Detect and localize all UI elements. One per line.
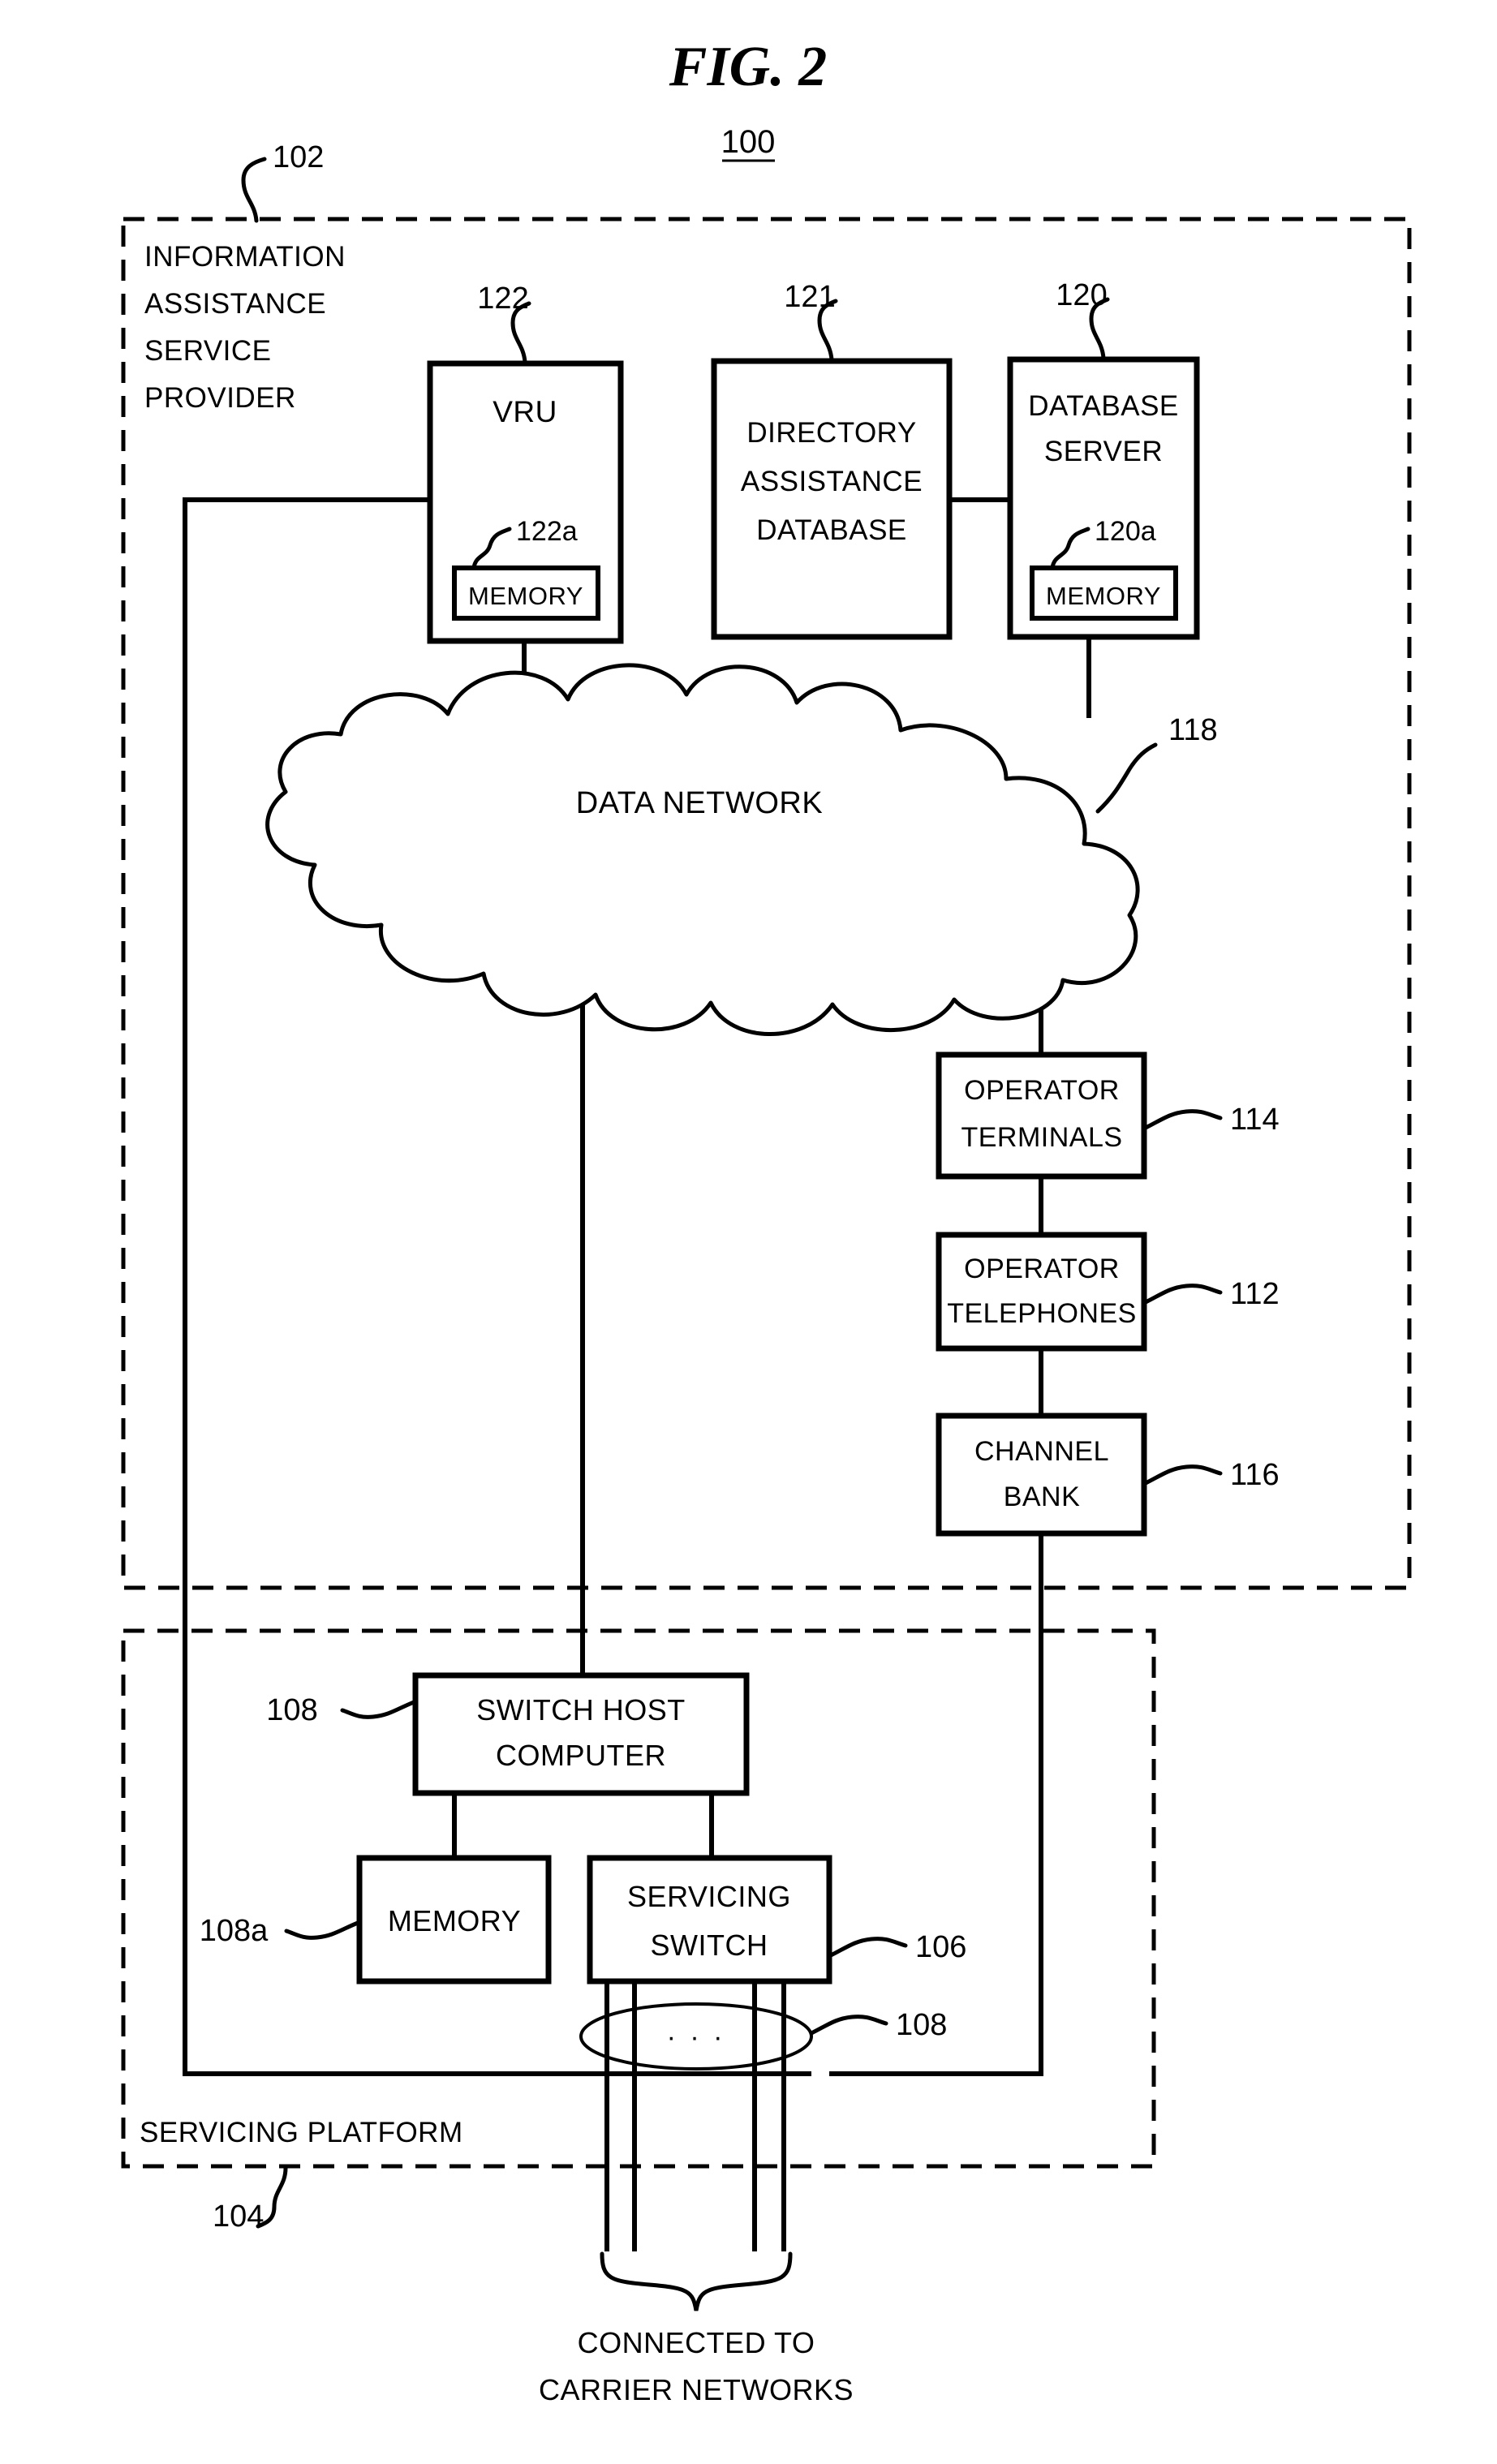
- footer-caption-line-2: CARRIER NETWORKS: [539, 2373, 854, 2406]
- trunks-ref: 108: [896, 2008, 947, 2042]
- block-database-server[interactable]: DATABASE SERVER 120a MEMORY: [1007, 356, 1200, 640]
- switch-memory-ref: 108a: [200, 1914, 269, 1948]
- operator-terminals-box[interactable]: [936, 1051, 1147, 1180]
- da-database-label-line-2: ASSISTANCE: [741, 466, 923, 497]
- operator-telephones-label-line-2: TELEPHONES: [947, 1298, 1137, 1329]
- channel-bank-label-line-2: BANK: [1004, 1481, 1081, 1512]
- data-network-label: DATA NETWORK: [576, 786, 823, 820]
- block-vru[interactable]: VRU 122a MEMORY: [427, 360, 624, 644]
- channel-bank-label-line-1: CHANNEL: [974, 1436, 1109, 1467]
- block-switch-memory[interactable]: MEMORY: [356, 1855, 552, 1985]
- da-database-box[interactable]: [711, 358, 953, 640]
- provider-label-line-4: PROVIDER: [144, 382, 296, 414]
- servicing-switch-label-line-2: SWITCH: [651, 1929, 768, 1962]
- provider-label-line-1: INFORMATION: [144, 241, 346, 273]
- db-server-ref: 120: [1056, 278, 1107, 312]
- provider-label-line-3: SERVICE: [144, 335, 272, 367]
- provider-label-line-2: ASSISTANCE: [144, 288, 326, 320]
- channel-bank-ref: 116: [1230, 1458, 1280, 1492]
- block-operator-telephones[interactable]: OPERATOR TELEPHONES: [936, 1232, 1147, 1352]
- system-number: 100: [721, 124, 776, 160]
- block-servicing-switch[interactable]: SERVICING SWITCH: [587, 1855, 832, 1985]
- vru-memory-label: MEMORY: [468, 582, 583, 610]
- channel-bank-box[interactable]: [936, 1413, 1147, 1537]
- block-operator-terminals[interactable]: OPERATOR TERMINALS: [936, 1051, 1147, 1180]
- platform-ref: 104: [213, 2200, 264, 2234]
- block-switch-host-computer[interactable]: SWITCH HOST COMPUTER: [412, 1672, 750, 1796]
- db-server-label-line-1: DATABASE: [1028, 390, 1179, 422]
- servicing-switch-label-line-1: SERVICING: [627, 1880, 791, 1913]
- da-database-ref: 121: [784, 280, 835, 314]
- servicing-switch-ref: 106: [915, 1930, 966, 1964]
- patent-figure-2: FIG. 2 100 102 INFORMATION ASSISTANCE SE…: [0, 0, 1497, 2464]
- operator-telephones-box[interactable]: [936, 1232, 1147, 1352]
- db-server-memory-ref: 120a: [1095, 516, 1156, 547]
- block-channel-bank[interactable]: CHANNEL BANK: [936, 1413, 1147, 1537]
- figure-title: FIG. 2: [669, 36, 827, 98]
- db-server-memory-label: MEMORY: [1046, 582, 1161, 610]
- servicing-switch-box[interactable]: [587, 1855, 832, 1985]
- da-database-label-line-3: DATABASE: [756, 514, 907, 546]
- vru-label: VRU: [493, 395, 557, 428]
- platform-label: SERVICING PLATFORM: [140, 2117, 463, 2148]
- switch-host-ref: 108: [266, 1693, 317, 1727]
- operator-terminals-label-line-1: OPERATOR: [964, 1075, 1120, 1106]
- data-network-ref: 118: [1168, 713, 1218, 747]
- vru-ref: 122: [477, 282, 528, 316]
- operator-terminals-label-line-2: TERMINALS: [961, 1122, 1122, 1153]
- switch-memory-label: MEMORY: [388, 1904, 521, 1937]
- operator-terminals-ref: 114: [1230, 1103, 1280, 1137]
- footer-caption-line-1: CONNECTED TO: [578, 2326, 815, 2359]
- switch-host-label-line-1: SWITCH HOST: [476, 1693, 685, 1727]
- db-server-label-line-2: SERVER: [1044, 436, 1163, 467]
- trunk-ellipsis: · · ·: [667, 2022, 726, 2053]
- provider-ref: 102: [273, 140, 324, 174]
- block-directory-assistance-database[interactable]: DIRECTORY ASSISTANCE DATABASE: [711, 358, 953, 640]
- vru-memory-ref: 122a: [516, 516, 578, 547]
- switch-host-label-line-2: COMPUTER: [496, 1739, 666, 1772]
- operator-telephones-ref: 112: [1230, 1277, 1280, 1311]
- operator-telephones-label-line-1: OPERATOR: [964, 1254, 1120, 1284]
- da-database-label-line-1: DIRECTORY: [746, 417, 916, 449]
